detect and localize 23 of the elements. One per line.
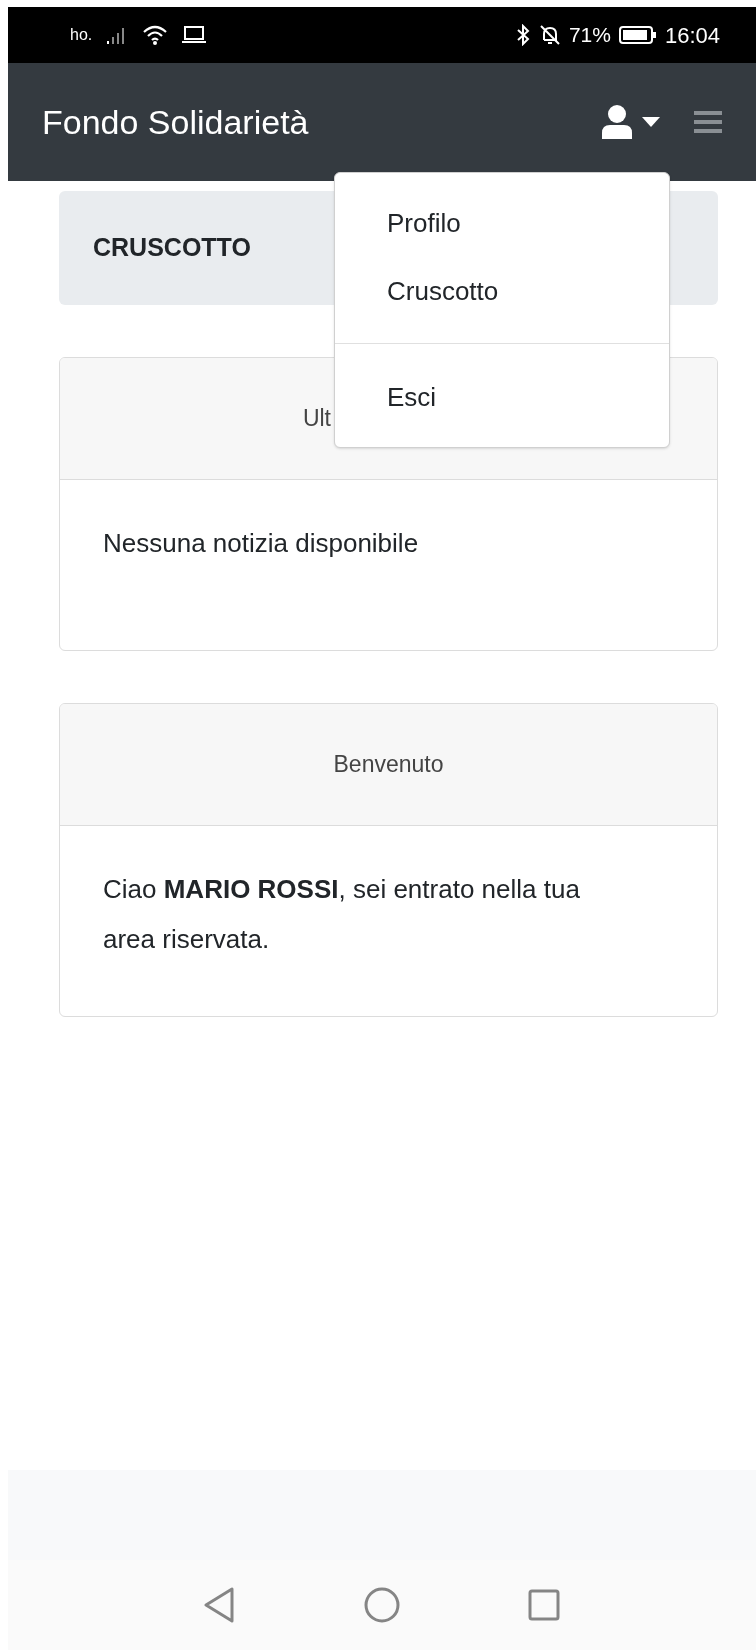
recents-icon[interactable] <box>528 1589 560 1621</box>
card-header-text: Benvenuto <box>333 750 444 780</box>
caret-icon <box>642 117 660 127</box>
home-icon[interactable] <box>364 1587 400 1623</box>
dropdown-item[interactable]: Cruscotto <box>335 257 669 325</box>
dropdown-item[interactable]: Profilo <box>335 189 669 257</box>
card-body-text: Nessuna notizia disponibile <box>103 527 420 560</box>
bell-off-icon <box>538 24 561 46</box>
clock-text: 16:04 <box>664 21 720 50</box>
user-menu-button[interactable] <box>602 105 660 139</box>
battery-icon <box>618 25 657 45</box>
app-title[interactable]: Fondo Solidarietà <box>42 96 309 148</box>
card-body-text: Ciao MARIO ROSSI, sei entrato nella tua area riservata. <box>103 873 581 956</box>
laptop-icon <box>182 26 207 44</box>
carrier-text: ho. <box>70 25 93 45</box>
menu-icon[interactable] <box>694 111 722 133</box>
wifi-icon <box>142 24 169 46</box>
back-icon[interactable] <box>204 1587 236 1623</box>
dropdown-item[interactable]: Esci <box>335 363 669 431</box>
card-header-text: Ult <box>302 404 331 434</box>
battery-percent: 71% <box>568 22 611 49</box>
breadcrumb-text: CRUSCOTTO <box>93 232 251 264</box>
user-icon <box>602 105 632 139</box>
